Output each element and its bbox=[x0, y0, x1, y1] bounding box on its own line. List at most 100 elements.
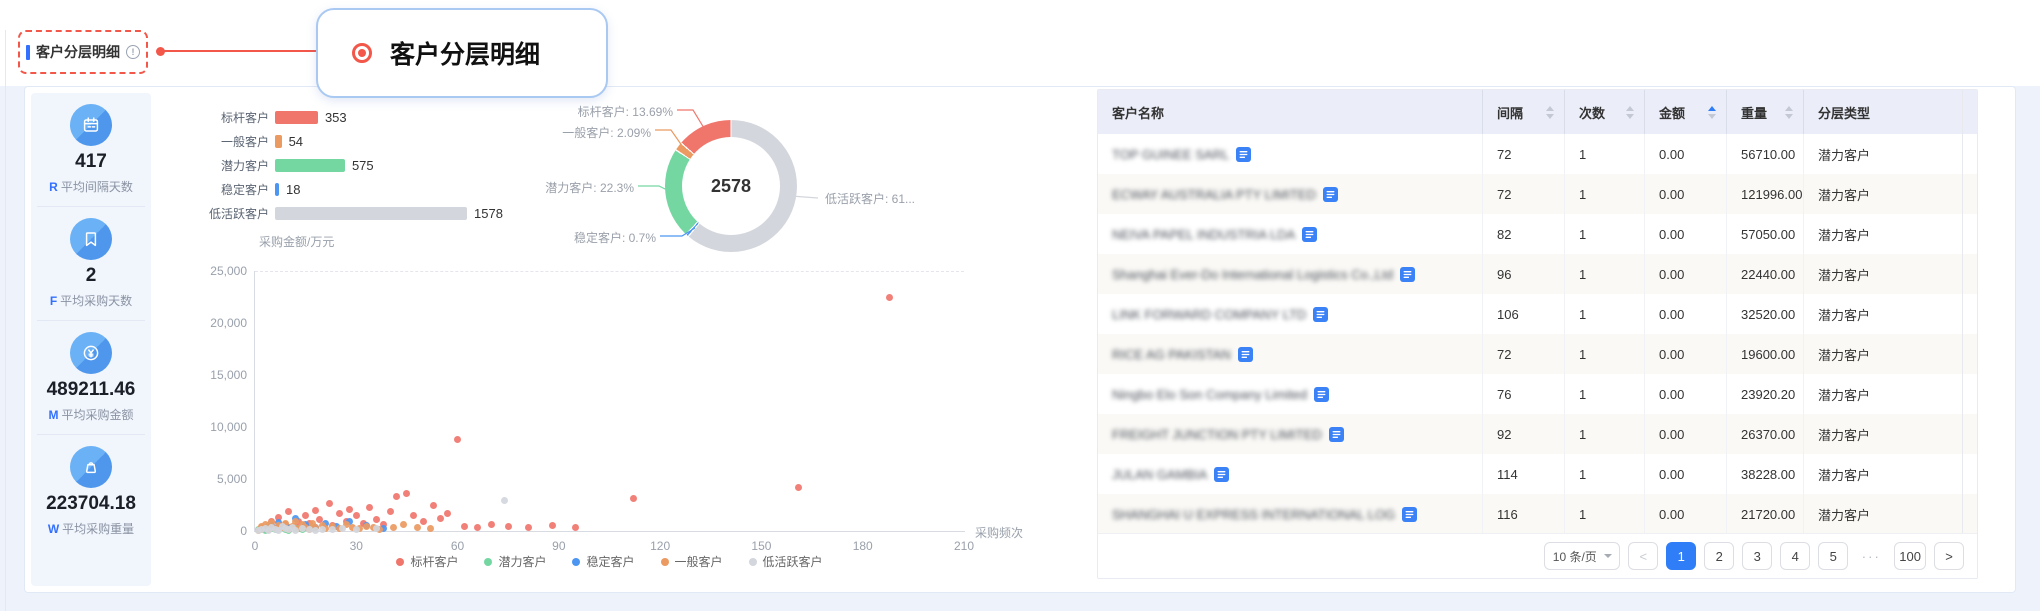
next-page-button[interactable]: > bbox=[1934, 542, 1964, 570]
customer-info-icon[interactable] bbox=[1236, 147, 1251, 162]
page-size-select[interactable]: 10 条/页 bbox=[1544, 542, 1620, 570]
customer-name-cell: NEIVA PAPEL INDUSTRIA LDA bbox=[1098, 214, 1483, 254]
info-icon[interactable]: ! bbox=[126, 45, 140, 59]
calendar-icon bbox=[70, 104, 112, 146]
column-header[interactable]: 金额 bbox=[1645, 90, 1727, 134]
y-tick-label: 25,000 bbox=[187, 264, 247, 278]
legend-item[interactable]: 一般客户 bbox=[661, 553, 723, 570]
sort-icon[interactable] bbox=[1708, 106, 1716, 119]
table-cell: 1 bbox=[1565, 214, 1645, 254]
callout-title: 客户分层明细 bbox=[390, 35, 540, 71]
customer-info-icon[interactable] bbox=[1323, 187, 1338, 202]
column-header-label: 间隔 bbox=[1483, 103, 1523, 122]
legend-item[interactable]: 低活跃客户 bbox=[749, 553, 823, 570]
legend-item[interactable]: 潜力客户 bbox=[484, 553, 546, 570]
page-button-100[interactable]: 100 bbox=[1894, 542, 1926, 570]
table-body: TOP GUINEE SARL7210.0056710.00潜力客户ECWAY … bbox=[1098, 134, 1977, 534]
bar-category-label: 低活跃客户 bbox=[173, 205, 269, 222]
scatter-point bbox=[346, 506, 353, 513]
customer-name[interactable]: RICE AG PAKISTAN bbox=[1112, 347, 1231, 362]
customer-info-icon[interactable] bbox=[1313, 307, 1328, 322]
table-cell: 26370.00 bbox=[1727, 414, 1804, 454]
sort-icon[interactable] bbox=[1785, 106, 1793, 119]
bar-value: 575 bbox=[352, 158, 374, 173]
table-cell: 56710.00 bbox=[1727, 134, 1804, 174]
donut-total: 2578 bbox=[711, 176, 751, 197]
scatter-point bbox=[420, 518, 427, 525]
sort-icon[interactable] bbox=[1626, 106, 1634, 119]
bar-value: 54 bbox=[289, 134, 303, 149]
scatter-point bbox=[549, 522, 556, 529]
customer-info-icon[interactable] bbox=[1302, 227, 1317, 242]
column-header: 客户名称 bbox=[1098, 90, 1483, 134]
customer-info-icon[interactable] bbox=[1400, 267, 1415, 282]
bookmark-icon bbox=[70, 218, 112, 260]
x-tick-label: 90 bbox=[539, 539, 579, 553]
table-row[interactable]: TOP GUINEE SARL7210.0056710.00潜力客户 bbox=[1098, 134, 1977, 174]
customer-name-cell: Ningbo Elo Son Company Limited bbox=[1098, 374, 1483, 414]
legend-item[interactable]: 标杆客户 bbox=[396, 553, 458, 570]
customer-name[interactable]: Ningbo Elo Son Company Limited bbox=[1112, 387, 1307, 402]
customer-info-icon[interactable] bbox=[1329, 427, 1344, 442]
table-cell: 1 bbox=[1565, 174, 1645, 214]
scatter-point bbox=[353, 512, 360, 519]
donut-label-stable: 稳定客户: 0.7% bbox=[456, 229, 656, 246]
scatter-point bbox=[299, 525, 306, 532]
table-row[interactable]: ECWAY AUSTRALIA PTY LIMITED7210.00121996… bbox=[1098, 174, 1977, 214]
prev-page-button[interactable]: < bbox=[1628, 542, 1658, 570]
table-cell: 22440.00 bbox=[1727, 254, 1804, 294]
customer-name[interactable]: NEIVA PAPEL INDUSTRIA LDA bbox=[1112, 227, 1295, 242]
customer-name[interactable]: Shanghai Ever-Do International Logistics… bbox=[1112, 267, 1393, 282]
customer-name[interactable]: ECWAY AUSTRALIA PTY LIMITED bbox=[1112, 187, 1316, 202]
table-cell: 21720.00 bbox=[1727, 494, 1804, 534]
customer-name[interactable]: SHANGHAI U EXPRESS INTERNATIONAL LOG bbox=[1112, 507, 1395, 522]
page-button-5[interactable]: 5 bbox=[1818, 542, 1848, 570]
scatter-point bbox=[390, 524, 397, 531]
customer-info-icon[interactable] bbox=[1314, 387, 1329, 402]
table-cell: 0.00 bbox=[1645, 134, 1727, 174]
page-button-3[interactable]: 3 bbox=[1742, 542, 1772, 570]
more-pages-button[interactable]: ··· bbox=[1856, 542, 1886, 570]
y-tick-label: 10,000 bbox=[187, 420, 247, 434]
table-cell: 96 bbox=[1483, 254, 1565, 294]
bar-category-label: 一般客户 bbox=[173, 133, 269, 150]
page-button-4[interactable]: 4 bbox=[1780, 542, 1810, 570]
table-cell: 潜力客户 bbox=[1804, 334, 1962, 374]
scatter-point bbox=[505, 523, 512, 530]
column-header[interactable]: 间隔 bbox=[1483, 90, 1565, 134]
table-row[interactable]: RICE AG PAKISTAN7210.0019600.00潜力客户 bbox=[1098, 334, 1977, 374]
customer-info-icon[interactable] bbox=[1238, 347, 1253, 362]
column-header[interactable]: 重量 bbox=[1727, 90, 1804, 134]
table-cell: 1 bbox=[1565, 294, 1645, 334]
sort-icon[interactable] bbox=[1546, 106, 1554, 119]
table-row[interactable]: Shanghai Ever-Do International Logistics… bbox=[1098, 254, 1977, 294]
table-row[interactable]: LINK FORWARD COMPANY LTD10610.0032520.00… bbox=[1098, 294, 1977, 334]
customer-name[interactable]: LINK FORWARD COMPANY LTD bbox=[1112, 307, 1306, 322]
kpi-label: M平均采购金额 bbox=[48, 406, 133, 423]
page-button-1[interactable]: 1 bbox=[1666, 542, 1696, 570]
customer-name[interactable]: FREIGHT JUNCTION PTY LIMITED bbox=[1112, 427, 1322, 442]
scatter-point bbox=[630, 495, 637, 502]
bar-value: 353 bbox=[325, 110, 347, 125]
table-row[interactable]: NEIVA PAPEL INDUSTRIA LDA8210.0057050.00… bbox=[1098, 214, 1977, 254]
customer-name[interactable]: JULAN GAMBIA bbox=[1112, 467, 1207, 482]
table-cell: 0.00 bbox=[1645, 494, 1727, 534]
table-row[interactable]: SHANGHAI U EXPRESS INTERNATIONAL LOG1161… bbox=[1098, 494, 1977, 534]
customer-name[interactable]: TOP GUINEE SARL bbox=[1112, 147, 1229, 162]
customer-info-icon[interactable] bbox=[1214, 467, 1229, 482]
table-cell: 72 bbox=[1483, 174, 1565, 214]
table-row[interactable]: JULAN GAMBIA11410.0038228.00潜力客户 bbox=[1098, 454, 1977, 494]
kpi-value: 223704.18 bbox=[46, 493, 136, 515]
table-row[interactable]: FREIGHT JUNCTION PTY LIMITED9210.0026370… bbox=[1098, 414, 1977, 454]
scatter-point bbox=[444, 510, 451, 517]
table-cell: 57050.00 bbox=[1727, 214, 1804, 254]
table-row[interactable]: Ningbo Elo Son Company Limited7610.00239… bbox=[1098, 374, 1977, 414]
legend-item[interactable]: 稳定客户 bbox=[572, 553, 634, 570]
column-header[interactable]: 次数 bbox=[1565, 90, 1645, 134]
customer-info-icon[interactable] bbox=[1402, 507, 1417, 522]
customer-name-cell: TOP GUINEE SARL bbox=[1098, 134, 1483, 174]
x-tick-label: 180 bbox=[843, 539, 883, 553]
scatter-point bbox=[488, 521, 495, 528]
page-button-2[interactable]: 2 bbox=[1704, 542, 1734, 570]
legend-label: 稳定客户 bbox=[586, 553, 634, 570]
